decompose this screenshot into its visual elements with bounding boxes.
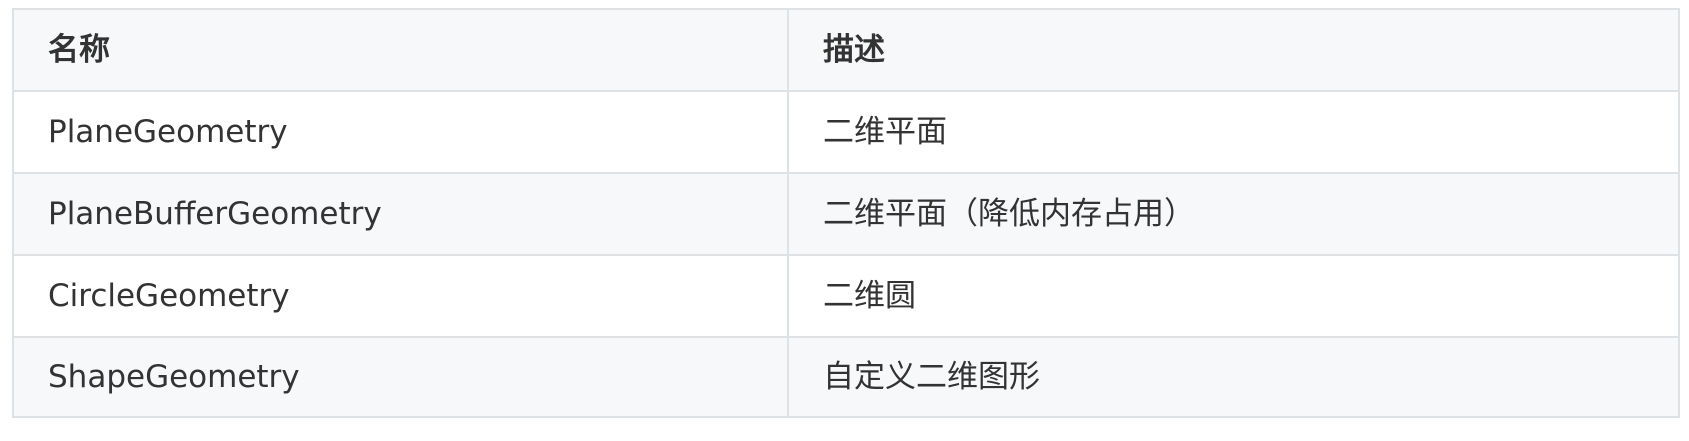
- table-row: CircleGeometry 二维圆: [12, 254, 1680, 338]
- cell-name: CircleGeometry: [12, 254, 789, 338]
- header-row: 名称 描述: [12, 8, 1680, 92]
- table-body: PlaneGeometry 二维平面 PlaneBufferGeometry 二…: [12, 90, 1680, 418]
- cell-name: PlaneGeometry: [12, 90, 789, 174]
- table-row: ShapeGeometry 自定义二维图形: [12, 336, 1680, 418]
- column-header-name: 名称: [12, 8, 789, 92]
- cell-description: 自定义二维图形: [787, 336, 1680, 418]
- geometry-table: 名称 描述 PlaneGeometry 二维平面 PlaneBufferGeom…: [12, 8, 1680, 418]
- cell-description: 二维圆: [787, 254, 1680, 338]
- column-header-description: 描述: [787, 8, 1680, 92]
- cell-name: PlaneBufferGeometry: [12, 172, 789, 256]
- table-row: PlaneBufferGeometry 二维平面（降低内存占用）: [12, 172, 1680, 256]
- cell-name: ShapeGeometry: [12, 336, 789, 418]
- cell-description: 二维平面: [787, 90, 1680, 174]
- table-row: PlaneGeometry 二维平面: [12, 90, 1680, 174]
- geometry-table-container: 名称 描述 PlaneGeometry 二维平面 PlaneBufferGeom…: [12, 8, 1680, 418]
- cell-description: 二维平面（降低内存占用）: [787, 172, 1680, 256]
- table-header: 名称 描述: [12, 8, 1680, 92]
